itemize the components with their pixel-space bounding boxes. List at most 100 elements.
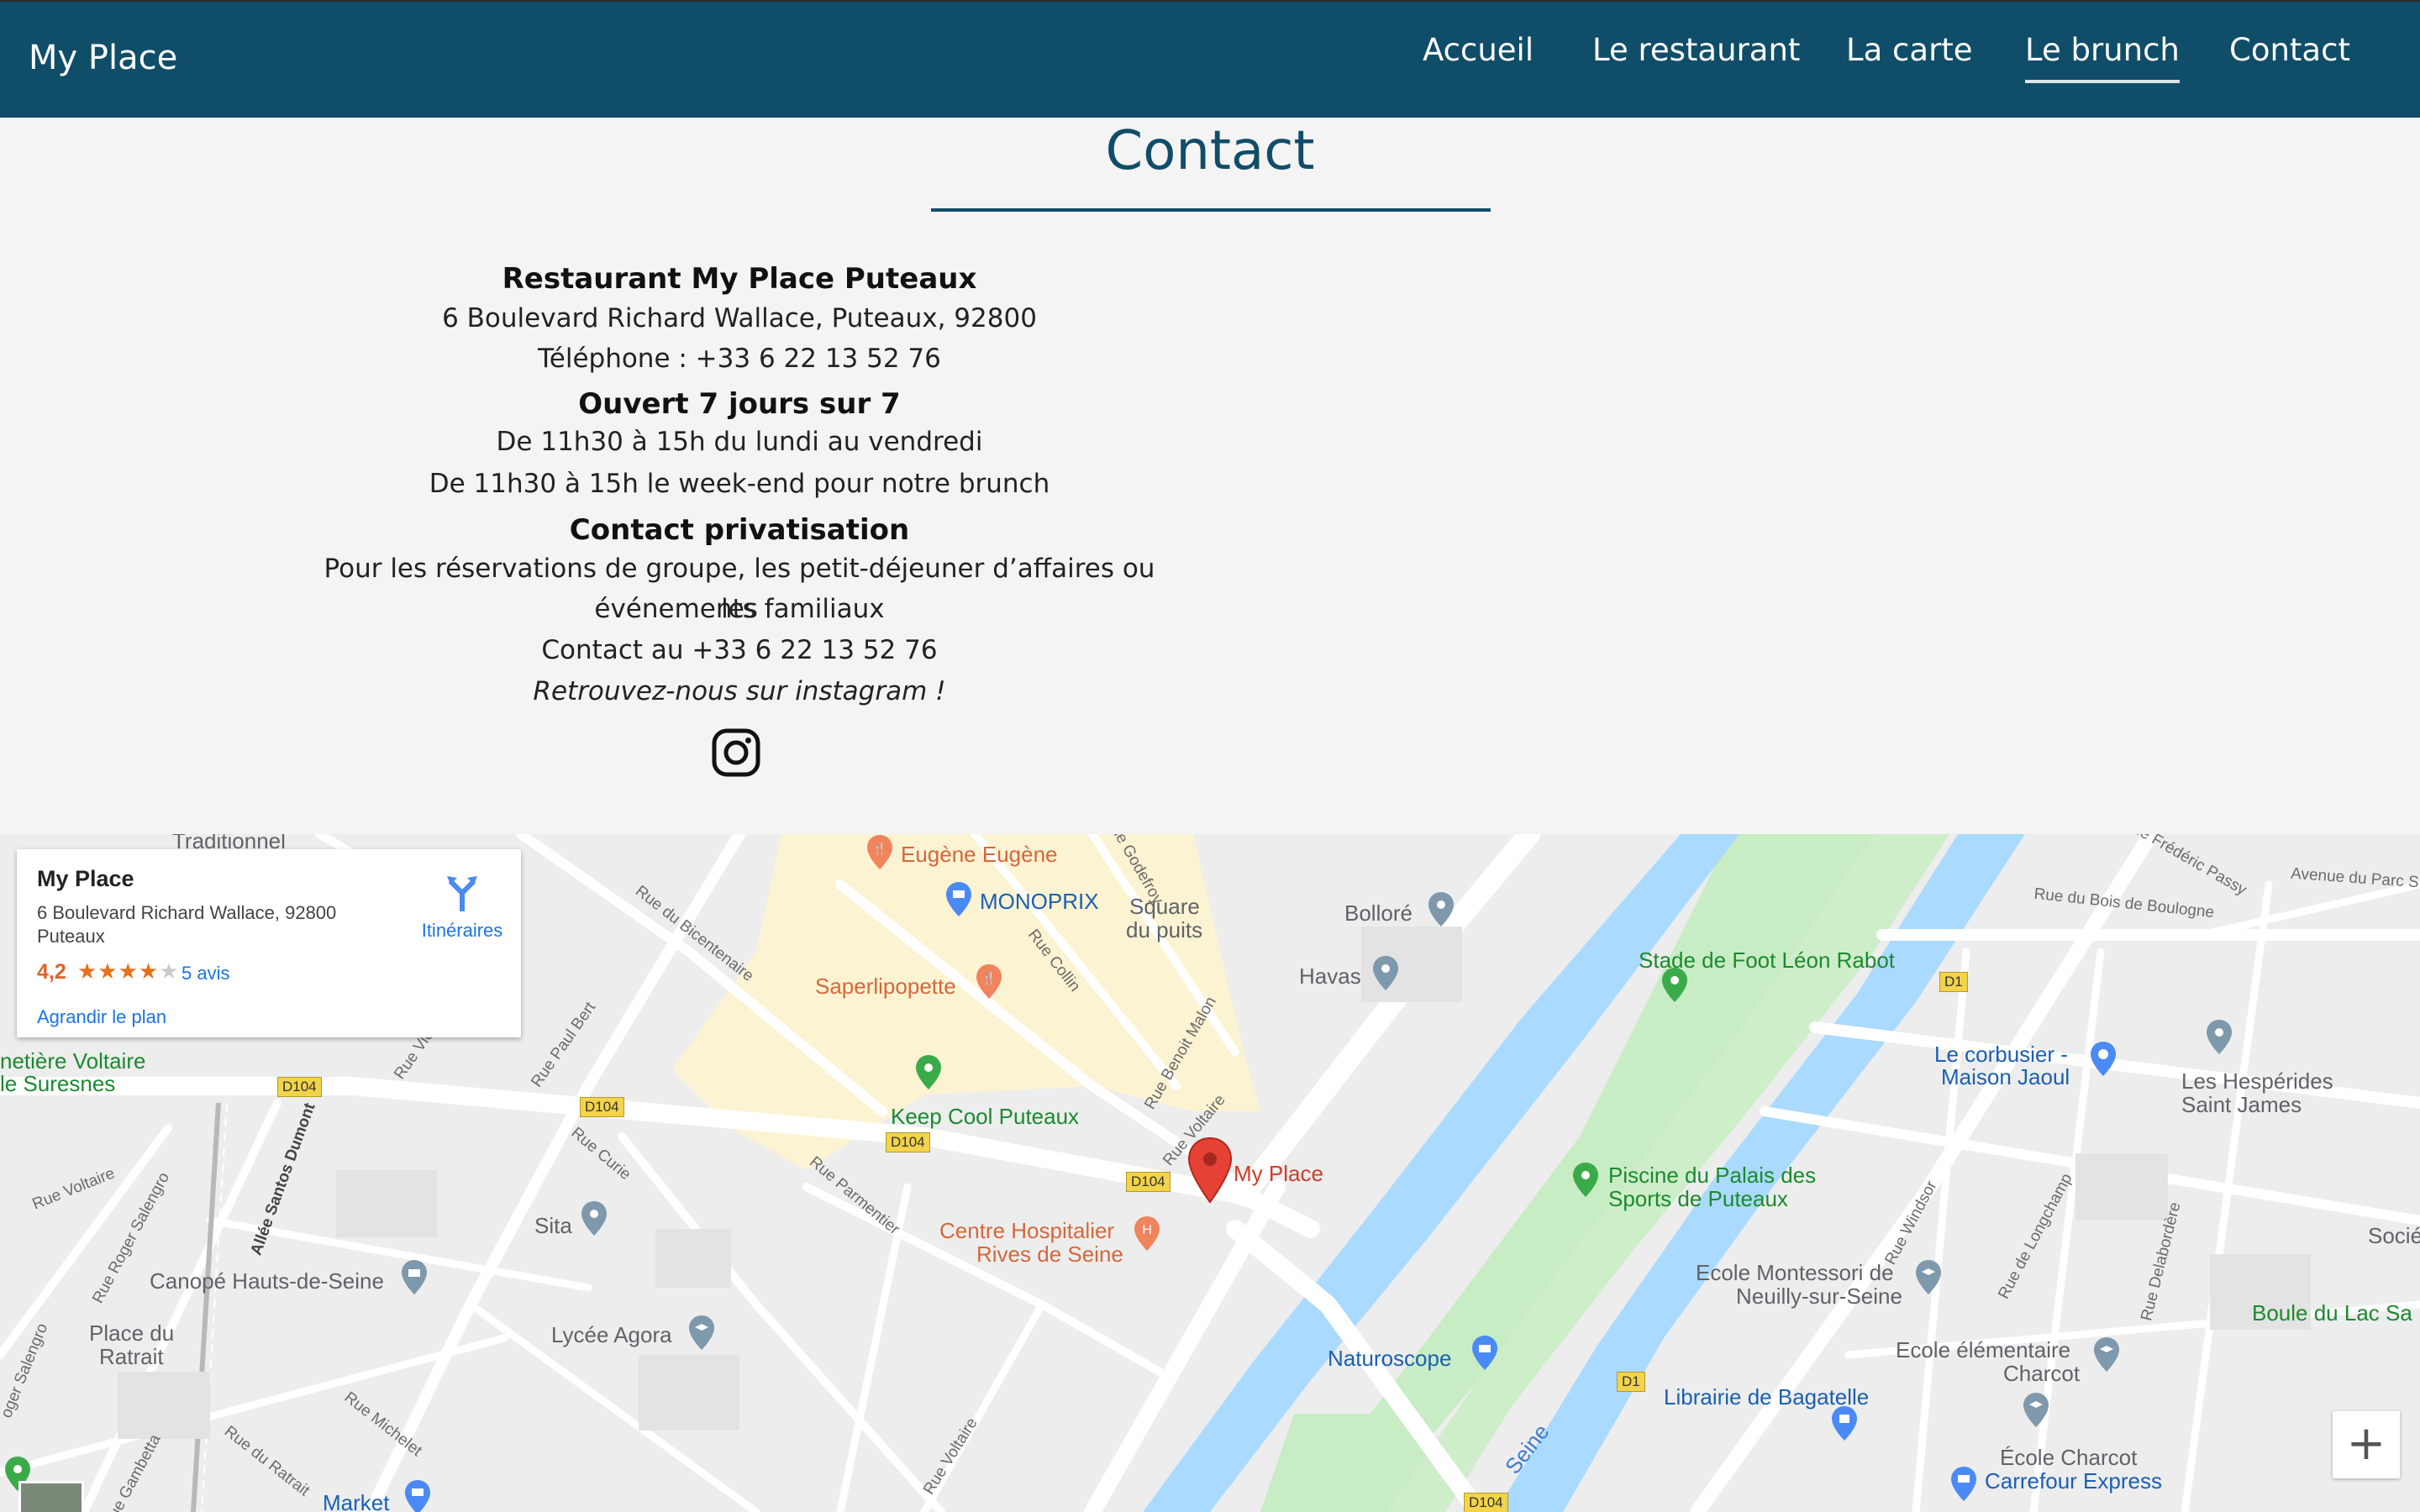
museum-pin-icon[interactable] <box>1470 1335 1499 1372</box>
instagram-text-span: Retrouvez-nous sur instagram ! <box>533 676 946 706</box>
map-poi-piscine-1[interactable]: Piscine du Palais des <box>1608 1163 1816 1187</box>
map-poi-elementaire-2[interactable]: Charcot <box>2003 1362 2080 1385</box>
map-poi-eugene-eugene[interactable]: Eugène Eugène <box>901 843 1058 866</box>
place-pin-icon[interactable] <box>2205 1019 2233 1056</box>
map-poi-naturoscope[interactable]: Naturoscope <box>1328 1347 1451 1370</box>
map-poi-hesperides-2[interactable]: Saint James <box>2181 1093 2302 1116</box>
nav-la-carte[interactable]: La carte <box>1846 32 1973 80</box>
school-pin-icon[interactable] <box>687 1315 716 1352</box>
park-pin-icon[interactable] <box>1571 1162 1600 1199</box>
shopping-pin-icon[interactable] <box>944 881 973 918</box>
museum-pin-icon[interactable] <box>400 1259 429 1296</box>
map-poi-hospital-2[interactable]: Rives de Seine <box>976 1242 1123 1266</box>
map-card-title: My Place <box>37 866 134 891</box>
map-card-reviews-link[interactable]: 5 avis <box>182 963 229 984</box>
page-title: Contact <box>1105 120 1315 182</box>
instagram-icon[interactable] <box>711 727 761 778</box>
map-poi-saperlipopette[interactable]: Saperlipopette <box>815 974 956 998</box>
nav-le-brunch[interactable]: Le brunch <box>2025 32 2180 83</box>
restaurant-pin-icon[interactable]: 🍴 <box>865 834 894 871</box>
nav-accueil[interactable]: Accueil <box>1423 32 1534 80</box>
map-label-societe: Socié <box>2368 1223 2420 1248</box>
address-line: 6 Boulevard Richard Wallace, Puteaux, 92… <box>319 298 1160 339</box>
school-pin-icon[interactable] <box>2092 1336 2121 1373</box>
instagram-text: Retrouvez-nous sur instagram ! <box>319 671 1160 711</box>
map-marker-my-place[interactable] <box>1186 1137 1234 1204</box>
road-badge-d104: D104 <box>1126 1172 1171 1192</box>
map-poi-my-place[interactable]: My Place <box>1234 1162 1323 1185</box>
restaurant-pin-icon[interactable]: 🍴 <box>975 963 1003 1000</box>
road-badge-d104: D104 <box>1464 1493 1508 1512</box>
top-navbar: My Place Accueil Le restaurant La carte … <box>0 0 2420 118</box>
map-label-square-2: du puits <box>1126 917 1203 942</box>
directions-icon <box>447 876 477 911</box>
shopping-pin-icon[interactable] <box>1949 1466 1978 1503</box>
svg-text:🍴: 🍴 <box>872 842 886 856</box>
main-nav: Accueil Le restaurant La carte Le brunch… <box>0 32 2420 91</box>
map-poi-monoprix[interactable]: MONOPRIX <box>980 890 1099 913</box>
road-badge-d1: D1 <box>1617 1372 1645 1392</box>
map-poi-hesperides-1[interactable]: Les Hespérides <box>2181 1069 2333 1093</box>
map-poi-sita[interactable]: Sita <box>534 1214 572 1237</box>
satellite-toggle[interactable] <box>18 1481 84 1512</box>
road-badge-d104: D104 <box>277 1077 322 1097</box>
place-pin-icon[interactable] <box>580 1200 608 1237</box>
private-text-2-span: événements familiaux <box>594 594 885 624</box>
hospital-pin-icon[interactable]: H <box>1133 1215 1161 1252</box>
private-contact-text: Contact au +33 6 22 13 52 76 <box>541 635 938 665</box>
enlarge-map-link[interactable]: Agrandir le plan <box>37 1006 166 1028</box>
school-pin-icon[interactable] <box>2022 1392 2050 1429</box>
map-poi-bollore[interactable]: Bolloré <box>1344 901 1413 925</box>
place-pin-icon[interactable] <box>1371 955 1400 992</box>
camera-pin-icon[interactable] <box>2089 1041 2118 1078</box>
phone-text: Téléphone : +33 6 22 13 52 76 <box>538 344 941 374</box>
nav-contact[interactable]: Contact <box>2229 32 2350 80</box>
shopping-pin-icon[interactable] <box>403 1479 432 1512</box>
nav-le-restaurant[interactable]: Le restaurant <box>1592 32 1800 80</box>
map-card-address: 6 Boulevard Richard Wallace, 92800 Putea… <box>37 902 337 947</box>
map-zoom-in-button[interactable]: + <box>2333 1411 2400 1478</box>
map-poi-corbusier-1[interactable]: Le corbusier - <box>1934 1042 2068 1066</box>
map-poi-canope[interactable]: Canopé Hauts-de-Seine <box>150 1269 384 1293</box>
map-info-card: My Place 6 Boulevard Richard Wallace, 92… <box>17 849 521 1037</box>
school-pin-icon[interactable] <box>1914 1259 1943 1296</box>
address-text: 6 Boulevard Richard Wallace, Puteaux, 92… <box>442 303 1037 333</box>
map-poi-havas[interactable]: Havas <box>1299 964 1361 988</box>
map-poi-charcot-1[interactable]: École Charcot <box>2000 1446 2137 1469</box>
private-heading-text: Contact privatisation <box>569 513 910 547</box>
map-poi-market[interactable]: Market <box>323 1491 389 1512</box>
bookstore-pin-icon[interactable] <box>1830 1405 1859 1442</box>
private-text-2: événements familiaux <box>319 589 1160 629</box>
hours-weekend: De 11h30 à 15h le week-end pour notre br… <box>319 464 1160 504</box>
map-poi-piscine-2[interactable]: Sports de Puteaux <box>1608 1187 1788 1210</box>
restaurant-heading: Restaurant My Place Puteaux <box>319 261 1160 297</box>
title-divider <box>931 208 1491 212</box>
park-pin-icon[interactable] <box>914 1054 943 1091</box>
hours-heading-text: Ouvert 7 jours sur 7 <box>578 387 901 421</box>
map-poi-lycee-agora[interactable]: Lycée Agora <box>551 1323 672 1347</box>
svg-text:🍴: 🍴 <box>981 971 996 985</box>
star-rating-icon: ★★★★★ <box>77 958 180 984</box>
map-poi-montessori-2[interactable]: Neuilly-sur-Seine <box>1736 1284 1902 1308</box>
map-poi-keep-cool[interactable]: Keep Cool Puteaux <box>891 1105 1079 1128</box>
private-heading: Contact privatisation <box>319 512 1160 548</box>
directions-button[interactable]: Itinéraires <box>400 864 524 948</box>
road-badge-d1: D1 <box>1939 972 1968 992</box>
embedded-map[interactable]: Traditionnel Eugène Eugène MONOPRIX Squa… <box>0 834 2420 1512</box>
map-label-place-du-1: Place du <box>89 1320 175 1346</box>
map-card-rating: 4,2 <box>37 960 66 984</box>
place-pin-icon[interactable] <box>1427 891 1455 928</box>
road-badge-d104: D104 <box>580 1097 624 1117</box>
hours-weekend-text: De 11h30 à 15h le week-end pour notre br… <box>429 469 1050 499</box>
stadium-pin-icon[interactable] <box>1660 967 1689 1004</box>
map-poi-hospital-1[interactable]: Centre Hospitalier <box>939 1219 1114 1242</box>
map-label-place-du-2: Ratrait <box>99 1344 164 1369</box>
map-poi-montessori-1[interactable]: Ecole Montessori de <box>1696 1261 1894 1284</box>
hours-heading: Ouvert 7 jours sur 7 <box>319 386 1160 422</box>
map-poi-corbusier-2[interactable]: Maison Jaoul <box>1941 1065 2070 1089</box>
hours-weekdays-text: De 11h30 à 15h du lundi au vendredi <box>496 427 983 457</box>
map-poi-charcot-2[interactable]: Carrefour Express <box>1985 1469 2162 1493</box>
phone-line: Téléphone : +33 6 22 13 52 76 <box>319 339 1160 379</box>
map-poi-elementaire-1[interactable]: Ecole élémentaire <box>1896 1338 2070 1362</box>
road-badge-d104: D104 <box>886 1132 930 1152</box>
